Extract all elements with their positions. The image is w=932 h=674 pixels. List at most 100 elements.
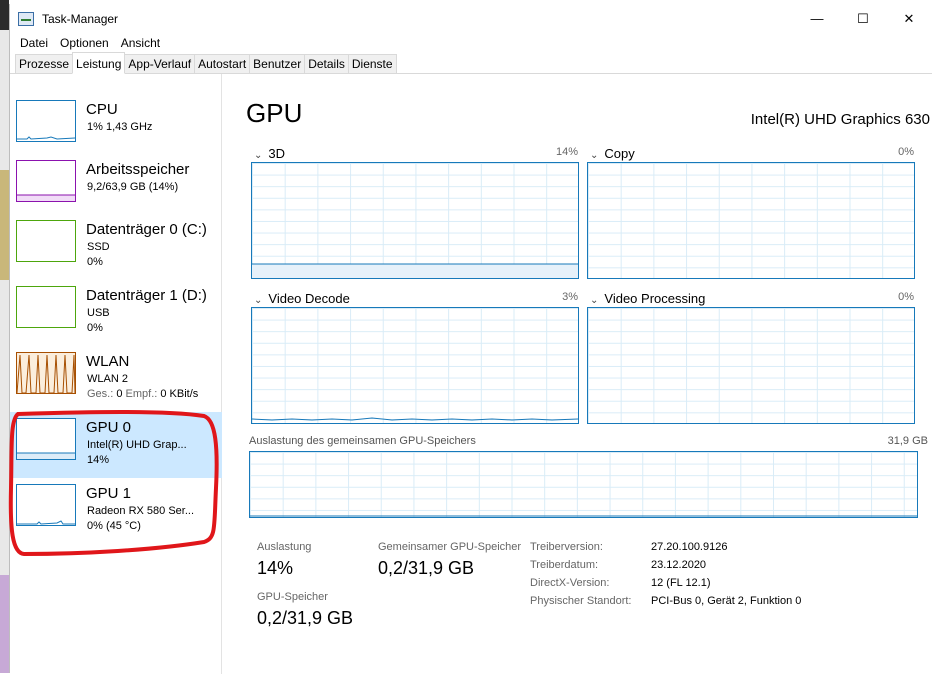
wlan-receive-label: Empf.: — [122, 388, 161, 400]
gpu0-mini-graph — [16, 418, 76, 460]
menu-ansicht[interactable]: Ansicht — [115, 36, 166, 50]
resource-title: Arbeitsspeicher — [86, 161, 190, 178]
gpu-memory-label: GPU-Speicher — [257, 591, 328, 603]
resource-usage: 14% — [87, 454, 110, 466]
background-window-fragment — [0, 170, 9, 280]
utilization-value: 14% — [257, 558, 294, 578]
menu-datei[interactable]: Datei — [14, 36, 54, 50]
engine-name: Video Processing — [604, 291, 706, 306]
tab-leistung[interactable]: Leistung — [72, 52, 126, 74]
resource-gpu-0[interactable]: GPU 0 Intel(R) UHD Grap... 14% — [10, 412, 222, 478]
engine-name: Video Decode — [268, 291, 350, 306]
gpu-memory-value: 0,2/31,9 GB — [257, 608, 354, 628]
background-window-fragment — [0, 0, 9, 30]
resource-title: Datenträger 0 (C:) — [86, 221, 207, 238]
driver-version-value: 27.20.100.9126 — [651, 541, 728, 553]
chevron-down-icon: ⌄ — [590, 150, 599, 161]
info-key: DirectX-Version: — [530, 577, 610, 589]
wlan-receive-value: 0 KBit/s — [160, 388, 199, 400]
resource-list: CPU 1% 1,43 GHz Arbeitsspeicher 9,2/63,9… — [8, 74, 222, 674]
menu-optionen[interactable]: Optionen — [54, 36, 115, 50]
resource-title: GPU 0 — [86, 419, 132, 436]
info-key: Treiberdatum: — [530, 559, 599, 571]
background-window-fragment — [0, 575, 9, 673]
engine-percent: 14% — [555, 146, 578, 158]
resource-title: Datenträger 1 (D:) — [86, 287, 207, 304]
resource-wlan[interactable]: WLAN WLAN 2 Ges.: 0 Empf.: 0 KBit/s — [10, 346, 222, 412]
shared-memory-label: Auslastung des gemeinsamen GPU-Speichers — [249, 435, 476, 447]
resource-detail: 9,2/63,9 GB (14%) — [87, 181, 179, 193]
chevron-down-icon: ⌄ — [590, 295, 599, 306]
tab-details[interactable]: Details — [304, 54, 349, 73]
engine-name: 3D — [268, 146, 286, 161]
resource-usage: 0% — [87, 256, 103, 268]
background-window-strip — [0, 0, 9, 673]
resource-usage: 0% (45 °C) — [87, 520, 141, 532]
page-title: GPU — [246, 98, 303, 128]
resource-cpu[interactable]: CPU 1% 1,43 GHz — [10, 94, 222, 160]
engine-graph-3d — [251, 162, 579, 279]
driver-date-value: 23.12.2020 — [651, 559, 707, 571]
menu-bar: Datei Optionen Ansicht — [10, 33, 932, 52]
resource-disk-0[interactable]: Datenträger 0 (C:) SSD 0% — [10, 214, 222, 280]
engine-label-copy[interactable]: ⌄ Copy — [590, 146, 635, 161]
shared-gpu-memory-value: 0,2/31,9 GB — [378, 558, 475, 578]
resource-title: GPU 1 — [86, 485, 132, 502]
physical-location-value: PCI-Bus 0, Gerät 2, Funktion 0 — [651, 595, 802, 607]
engine-label-3d[interactable]: ⌄ 3D — [254, 146, 285, 161]
resource-detail: Intel(R) UHD Grap... — [87, 439, 187, 451]
utilization-label: Auslastung — [257, 541, 312, 553]
resource-title: WLAN — [86, 353, 130, 370]
resource-memory[interactable]: Arbeitsspeicher 9,2/63,9 GB (14%) — [10, 154, 222, 220]
engine-label-video-processing[interactable]: ⌄ Video Processing — [590, 291, 705, 306]
window-title: Task-Manager — [42, 11, 119, 26]
resource-gpu-1[interactable]: GPU 1 Radeon RX 580 Ser... 0% (45 °C) — [10, 478, 222, 544]
resource-usage: Ges.: 0 Empf.: 0 KBit/s — [87, 388, 198, 400]
task-manager-icon — [18, 11, 34, 26]
directx-version-value: 12 (FL 12.1) — [651, 577, 711, 589]
resource-detail: SSD — [87, 241, 110, 253]
wlan-mini-graph — [16, 352, 76, 394]
engine-graph-copy — [587, 162, 915, 279]
resource-disk-1[interactable]: Datenträger 1 (D:) USB 0% — [10, 280, 222, 346]
tab-dienste[interactable]: Dienste — [347, 54, 397, 73]
disk1-mini-graph — [16, 286, 76, 328]
engine-percent: 3% — [562, 291, 578, 303]
disk0-mini-graph — [16, 220, 76, 262]
tab-prozesse[interactable]: Prozesse — [15, 54, 74, 73]
resource-detail: USB — [87, 307, 110, 319]
resource-usage: 0% — [87, 322, 103, 334]
gpu-detail-panel: GPU Intel(R) UHD Graphics 630 ⌄ 3D 14% ⌄ C… — [240, 74, 930, 674]
info-key: Treiberversion: — [530, 541, 603, 553]
chevron-down-icon: ⌄ — [254, 150, 263, 161]
resource-detail: Radeon RX 580 Ser... — [87, 505, 195, 517]
close-button[interactable]: ✕ — [886, 4, 932, 33]
shared-gpu-memory-label: Gemeinsamer GPU-Speicher — [378, 541, 522, 553]
shared-memory-max: 31,9 GB — [887, 435, 928, 447]
engine-graph-video-processing — [587, 307, 915, 424]
resource-title: CPU — [86, 101, 118, 118]
gpu-model-name: Intel(R) UHD Graphics 630 — [750, 111, 930, 128]
resource-detail: 1% 1,43 GHz — [87, 121, 153, 133]
shared-memory-graph — [249, 451, 918, 518]
tab-bar: Prozesse Leistung App-Verlauf Autostart … — [10, 52, 932, 74]
task-manager-window: Task-Manager — ☐ ✕ Datei Optionen Ansich… — [8, 4, 932, 674]
engine-graph-video-decode — [251, 307, 579, 424]
tab-benutzer[interactable]: Benutzer — [249, 54, 306, 73]
resource-detail: WLAN 2 — [87, 373, 128, 385]
engine-label-video-decode[interactable]: ⌄ Video Decode — [254, 291, 350, 306]
engine-percent: 0% — [898, 146, 914, 158]
gpu1-mini-graph — [16, 484, 76, 526]
chevron-down-icon: ⌄ — [254, 295, 263, 306]
memory-mini-graph — [16, 160, 76, 202]
info-key: Physischer Standort: — [530, 595, 632, 607]
tab-autostart[interactable]: Autostart — [194, 54, 251, 73]
title-bar[interactable]: Task-Manager — ☐ ✕ — [10, 4, 932, 33]
engine-percent: 0% — [898, 291, 914, 303]
wlan-send-label: Ges.: — [87, 388, 117, 400]
engine-name: Copy — [604, 146, 635, 161]
maximize-button[interactable]: ☐ — [840, 4, 886, 33]
minimize-button[interactable]: — — [794, 4, 840, 33]
tab-app-verlauf[interactable]: App-Verlauf — [124, 54, 196, 73]
cpu-mini-graph — [16, 100, 76, 142]
